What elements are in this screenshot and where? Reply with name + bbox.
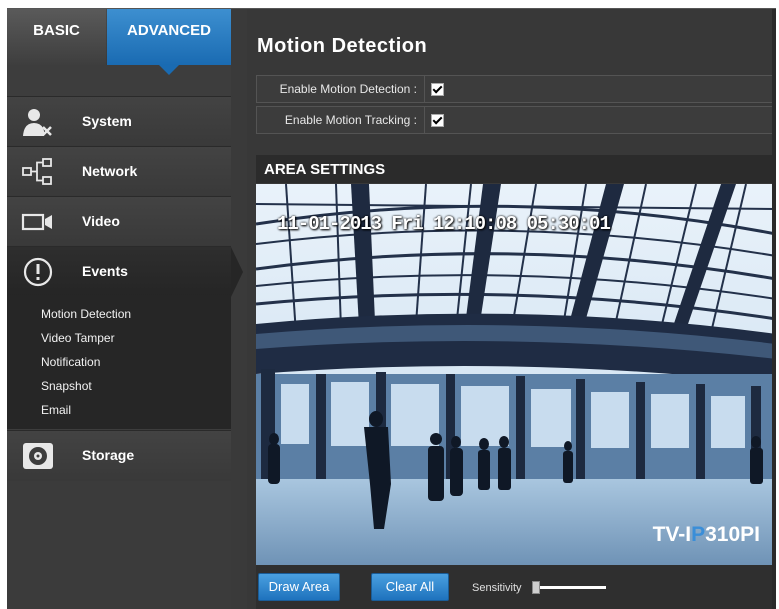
sidebar-filler — [7, 481, 231, 609]
divider — [424, 76, 425, 102]
network-icon — [21, 157, 55, 187]
field-label: Enable Motion Tracking : — [284, 113, 417, 127]
sidebar: BASIC ADVANCED System Network Video Even… — [7, 9, 243, 609]
sidebar-item-label: System — [82, 113, 132, 129]
submenu-notification[interactable]: Notification — [41, 355, 100, 369]
sidebar-item-label: Video — [82, 213, 120, 229]
main-panel: Motion Detection Enable Motion Detection… — [247, 9, 776, 609]
sidebar-item-events[interactable]: Events — [7, 246, 243, 298]
video-preview[interactable]: 11-01-2013 Fri 12:10:08 05:30:01 TV-IP31… — [256, 184, 776, 565]
video-timestamp: 11-01-2013 Fri 12:10:08 05:30:01 — [277, 213, 611, 235]
divider — [424, 107, 425, 133]
sidebar-item-system[interactable]: System — [7, 96, 231, 148]
sidebar-item-label: Events — [82, 263, 128, 279]
right-border — [772, 9, 776, 609]
brand-accent: P — [691, 523, 706, 546]
mode-tabs: BASIC ADVANCED — [7, 9, 231, 75]
events-submenu: Motion Detection Video Tamper Notificati… — [7, 295, 231, 429]
submenu-motion-detection[interactable]: Motion Detection — [41, 307, 131, 321]
clear-all-button[interactable]: Clear All — [371, 573, 449, 601]
sidebar-item-label: Network — [82, 163, 138, 179]
disk-icon — [21, 441, 55, 471]
submenu-snapshot[interactable]: Snapshot — [41, 379, 92, 393]
sidebar-item-storage[interactable]: Storage — [7, 430, 231, 482]
enable-motion-detection-checkbox[interactable] — [431, 83, 444, 96]
section-title: AREA SETTINGS — [264, 161, 386, 178]
draw-area-button[interactable]: Draw Area — [258, 573, 340, 601]
field-label: Enable Motion Detection : — [279, 82, 417, 96]
camera-scene-image — [256, 184, 776, 565]
sensitivity-slider-thumb[interactable] — [532, 581, 540, 594]
sidebar-item-network[interactable]: Network — [7, 146, 231, 198]
tab-basic[interactable]: BASIC — [7, 9, 106, 65]
app-frame: BASIC ADVANCED System Network Video Even… — [7, 8, 776, 609]
sidebar-item-video[interactable]: Video — [7, 196, 231, 248]
submenu-email[interactable]: Email — [41, 403, 71, 417]
area-controls: Draw Area Clear All Sensitivity — [256, 565, 776, 609]
sensitivity-slider[interactable] — [534, 586, 606, 589]
submenu-video-tamper[interactable]: Video Tamper — [41, 331, 115, 345]
brand-suffix: 310PI — [705, 523, 760, 546]
user-settings-icon — [21, 107, 55, 137]
form-row-motion-detection: Enable Motion Detection : — [256, 75, 776, 103]
area-settings-header: AREA SETTINGS — [256, 155, 776, 183]
brand-prefix: TV-I — [652, 523, 692, 546]
form-row-motion-tracking: Enable Motion Tracking : — [256, 106, 776, 134]
page-title: Motion Detection — [257, 35, 428, 57]
tab-advanced[interactable]: ADVANCED — [107, 9, 231, 75]
alert-icon — [21, 257, 55, 287]
video-camera-icon — [21, 207, 55, 237]
sensitivity-label: Sensitivity — [472, 582, 522, 594]
sidebar-item-label: Storage — [82, 447, 135, 463]
camera-model-watermark: TV-IP310PI — [653, 523, 760, 547]
enable-motion-tracking-checkbox[interactable] — [431, 114, 444, 127]
